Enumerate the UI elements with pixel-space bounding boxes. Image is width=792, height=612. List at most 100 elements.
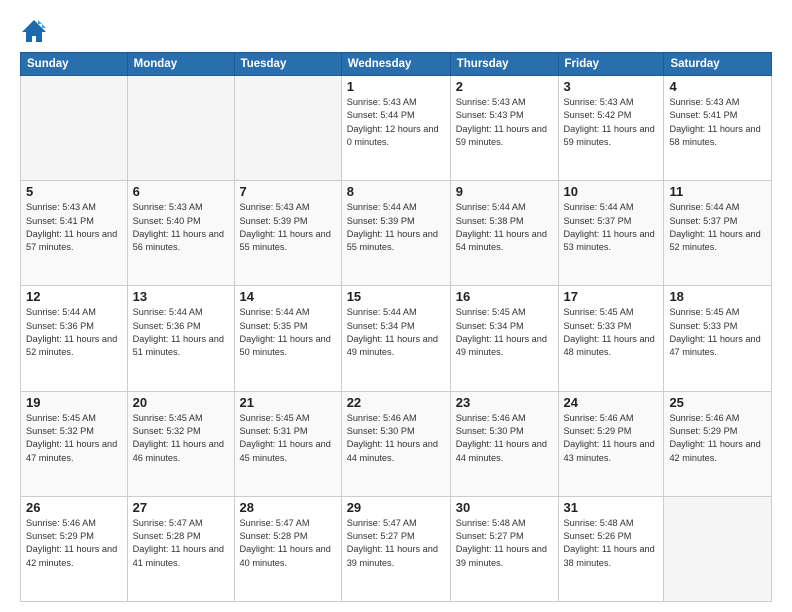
calendar-cell: 12 Sunrise: 5:44 AM Sunset: 5:36 PM Dayli… xyxy=(21,286,128,391)
calendar-cell: 18 Sunrise: 5:45 AM Sunset: 5:33 PM Dayli… xyxy=(664,286,772,391)
day-number: 18 xyxy=(669,289,766,304)
calendar-cell: 7 Sunrise: 5:43 AM Sunset: 5:39 PM Daylig… xyxy=(234,181,341,286)
day-number: 31 xyxy=(564,500,659,515)
day-info: Sunrise: 5:43 AM Sunset: 5:42 PM Dayligh… xyxy=(564,96,659,149)
day-number: 16 xyxy=(456,289,553,304)
day-info: Sunrise: 5:43 AM Sunset: 5:40 PM Dayligh… xyxy=(133,201,229,254)
day-number: 5 xyxy=(26,184,122,199)
calendar-cell: 4Sunrise: 5:43 AM Sunset: 5:41 PM Daylig… xyxy=(664,76,772,181)
calendar-cell: 8 Sunrise: 5:44 AM Sunset: 5:39 PM Daylig… xyxy=(341,181,450,286)
calendar-cell: 20Sunrise: 5:45 AM Sunset: 5:32 PM Dayli… xyxy=(127,391,234,496)
calendar-cell: 29 Sunrise: 5:47 AM Sunset: 5:27 PM Dayli… xyxy=(341,496,450,601)
calendar-header-row: SundayMondayTuesdayWednesdayThursdayFrid… xyxy=(21,53,772,76)
calendar-cell: 14 Sunrise: 5:44 AM Sunset: 5:35 PM Dayli… xyxy=(234,286,341,391)
day-number: 17 xyxy=(564,289,659,304)
day-info: Sunrise: 5:46 AM Sunset: 5:30 PM Dayligh… xyxy=(456,412,553,465)
calendar-cell xyxy=(127,76,234,181)
calendar-cell: 16 Sunrise: 5:45 AM Sunset: 5:34 PM Dayli… xyxy=(450,286,558,391)
day-number: 28 xyxy=(240,500,336,515)
calendar-cell xyxy=(21,76,128,181)
calendar-cell: 24Sunrise: 5:46 AM Sunset: 5:29 PM Dayli… xyxy=(558,391,664,496)
calendar-cell: 9 Sunrise: 5:44 AM Sunset: 5:38 PM Daylig… xyxy=(450,181,558,286)
calendar-cell: 11Sunrise: 5:44 AM Sunset: 5:37 PM Dayli… xyxy=(664,181,772,286)
calendar-cell: 1 Sunrise: 5:43 AM Sunset: 5:44 PM Daylig… xyxy=(341,76,450,181)
logo xyxy=(20,18,51,46)
day-info: Sunrise: 5:43 AM Sunset: 5:41 PM Dayligh… xyxy=(669,96,766,149)
day-info: Sunrise: 5:45 AM Sunset: 5:34 PM Dayligh… xyxy=(456,306,553,359)
calendar-table: SundayMondayTuesdayWednesdayThursdayFrid… xyxy=(20,52,772,602)
day-info: Sunrise: 5:44 AM Sunset: 5:38 PM Dayligh… xyxy=(456,201,553,254)
day-info: Sunrise: 5:44 AM Sunset: 5:34 PM Dayligh… xyxy=(347,306,445,359)
day-number: 1 xyxy=(347,79,445,94)
logo-icon xyxy=(20,18,48,46)
day-info: Sunrise: 5:44 AM Sunset: 5:39 PM Dayligh… xyxy=(347,201,445,254)
day-number: 6 xyxy=(133,184,229,199)
calendar-cell: 23Sunrise: 5:46 AM Sunset: 5:30 PM Dayli… xyxy=(450,391,558,496)
day-info: Sunrise: 5:48 AM Sunset: 5:26 PM Dayligh… xyxy=(564,517,659,570)
day-info: Sunrise: 5:43 AM Sunset: 5:41 PM Dayligh… xyxy=(26,201,122,254)
weekday-header-thursday: Thursday xyxy=(450,53,558,76)
day-number: 8 xyxy=(347,184,445,199)
calendar-cell: 6 Sunrise: 5:43 AM Sunset: 5:40 PM Daylig… xyxy=(127,181,234,286)
calendar-cell: 2 Sunrise: 5:43 AM Sunset: 5:43 PM Daylig… xyxy=(450,76,558,181)
weekday-header-sunday: Sunday xyxy=(21,53,128,76)
calendar-cell: 19Sunrise: 5:45 AM Sunset: 5:32 PM Dayli… xyxy=(21,391,128,496)
day-info: Sunrise: 5:44 AM Sunset: 5:37 PM Dayligh… xyxy=(564,201,659,254)
day-info: Sunrise: 5:44 AM Sunset: 5:36 PM Dayligh… xyxy=(133,306,229,359)
day-info: Sunrise: 5:43 AM Sunset: 5:39 PM Dayligh… xyxy=(240,201,336,254)
calendar-cell: 25 Sunrise: 5:46 AM Sunset: 5:29 PM Dayli… xyxy=(664,391,772,496)
day-info: Sunrise: 5:44 AM Sunset: 5:35 PM Dayligh… xyxy=(240,306,336,359)
day-info: Sunrise: 5:46 AM Sunset: 5:29 PM Dayligh… xyxy=(26,517,122,570)
weekday-header-monday: Monday xyxy=(127,53,234,76)
calendar-week-3: 12 Sunrise: 5:44 AM Sunset: 5:36 PM Dayli… xyxy=(21,286,772,391)
calendar-cell: 27 Sunrise: 5:47 AM Sunset: 5:28 PM Dayli… xyxy=(127,496,234,601)
day-info: Sunrise: 5:43 AM Sunset: 5:43 PM Dayligh… xyxy=(456,96,553,149)
weekday-header-friday: Friday xyxy=(558,53,664,76)
day-info: Sunrise: 5:47 AM Sunset: 5:28 PM Dayligh… xyxy=(133,517,229,570)
day-number: 21 xyxy=(240,395,336,410)
day-number: 3 xyxy=(564,79,659,94)
calendar-cell: 26Sunrise: 5:46 AM Sunset: 5:29 PM Dayli… xyxy=(21,496,128,601)
day-number: 2 xyxy=(456,79,553,94)
day-number: 14 xyxy=(240,289,336,304)
header xyxy=(20,18,772,46)
day-info: Sunrise: 5:48 AM Sunset: 5:27 PM Dayligh… xyxy=(456,517,553,570)
day-number: 13 xyxy=(133,289,229,304)
calendar-cell: 28 Sunrise: 5:47 AM Sunset: 5:28 PM Dayli… xyxy=(234,496,341,601)
calendar-cell: 30 Sunrise: 5:48 AM Sunset: 5:27 PM Dayli… xyxy=(450,496,558,601)
day-info: Sunrise: 5:46 AM Sunset: 5:29 PM Dayligh… xyxy=(669,412,766,465)
day-number: 25 xyxy=(669,395,766,410)
day-info: Sunrise: 5:47 AM Sunset: 5:28 PM Dayligh… xyxy=(240,517,336,570)
weekday-header-saturday: Saturday xyxy=(664,53,772,76)
day-info: Sunrise: 5:45 AM Sunset: 5:33 PM Dayligh… xyxy=(564,306,659,359)
day-info: Sunrise: 5:45 AM Sunset: 5:32 PM Dayligh… xyxy=(133,412,229,465)
day-number: 12 xyxy=(26,289,122,304)
day-number: 24 xyxy=(564,395,659,410)
day-info: Sunrise: 5:44 AM Sunset: 5:36 PM Dayligh… xyxy=(26,306,122,359)
day-number: 29 xyxy=(347,500,445,515)
calendar-cell: 3 Sunrise: 5:43 AM Sunset: 5:42 PM Daylig… xyxy=(558,76,664,181)
calendar-cell: 5 Sunrise: 5:43 AM Sunset: 5:41 PM Daylig… xyxy=(21,181,128,286)
calendar-week-4: 19Sunrise: 5:45 AM Sunset: 5:32 PM Dayli… xyxy=(21,391,772,496)
day-number: 27 xyxy=(133,500,229,515)
calendar-week-2: 5 Sunrise: 5:43 AM Sunset: 5:41 PM Daylig… xyxy=(21,181,772,286)
calendar-cell: 31 Sunrise: 5:48 AM Sunset: 5:26 PM Dayli… xyxy=(558,496,664,601)
weekday-header-tuesday: Tuesday xyxy=(234,53,341,76)
calendar-cell: 17 Sunrise: 5:45 AM Sunset: 5:33 PM Dayli… xyxy=(558,286,664,391)
calendar-cell: 13 Sunrise: 5:44 AM Sunset: 5:36 PM Dayli… xyxy=(127,286,234,391)
day-number: 15 xyxy=(347,289,445,304)
day-number: 10 xyxy=(564,184,659,199)
day-info: Sunrise: 5:43 AM Sunset: 5:44 PM Dayligh… xyxy=(347,96,445,149)
calendar-week-5: 26Sunrise: 5:46 AM Sunset: 5:29 PM Dayli… xyxy=(21,496,772,601)
calendar-cell xyxy=(234,76,341,181)
day-info: Sunrise: 5:46 AM Sunset: 5:30 PM Dayligh… xyxy=(347,412,445,465)
day-number: 7 xyxy=(240,184,336,199)
day-info: Sunrise: 5:47 AM Sunset: 5:27 PM Dayligh… xyxy=(347,517,445,570)
calendar-cell: 15 Sunrise: 5:44 AM Sunset: 5:34 PM Dayli… xyxy=(341,286,450,391)
calendar-cell: 22Sunrise: 5:46 AM Sunset: 5:30 PM Dayli… xyxy=(341,391,450,496)
day-info: Sunrise: 5:45 AM Sunset: 5:33 PM Dayligh… xyxy=(669,306,766,359)
calendar-cell: 10 Sunrise: 5:44 AM Sunset: 5:37 PM Dayli… xyxy=(558,181,664,286)
day-number: 9 xyxy=(456,184,553,199)
day-number: 30 xyxy=(456,500,553,515)
weekday-header-wednesday: Wednesday xyxy=(341,53,450,76)
